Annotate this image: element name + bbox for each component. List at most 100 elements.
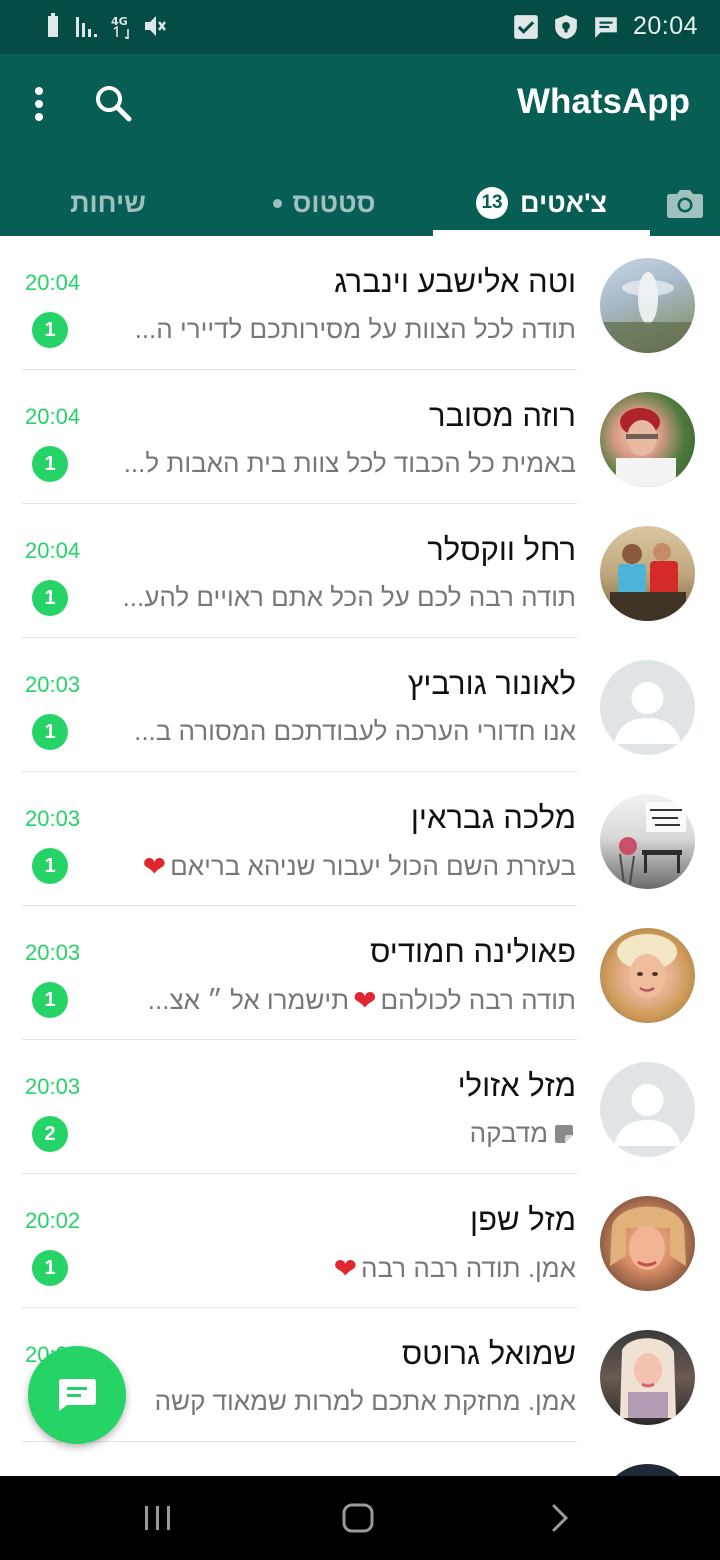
chat-time: 20:03 bbox=[25, 672, 81, 697]
chat-row[interactable]: פאולינה חמודיס תודה רבה לכולהם ❤ תישמרו א… bbox=[0, 906, 720, 1040]
default-avatar[interactable] bbox=[600, 660, 695, 755]
tab-bar: 13 צ'אטים סטטוס שיחות bbox=[0, 170, 720, 236]
chat-preview-text: תודה רבה לכם על הכל אתם ראויים להע... bbox=[122, 582, 576, 612]
chat-preview: אמן. מחזקת אתכם למרות שמאוד קשה bbox=[155, 1386, 576, 1417]
new-chat-button[interactable] bbox=[28, 1346, 126, 1444]
unread-badge: 2 bbox=[32, 1116, 68, 1152]
message-icon bbox=[595, 16, 617, 38]
new-chat-icon bbox=[59, 1379, 96, 1411]
avatar[interactable] bbox=[600, 1196, 695, 1291]
chat-preview: תודה רבה לכולהם ❤ תישמרו אל ״ אצ... bbox=[148, 984, 576, 1017]
chat-preview-text: אמן. תודה רבה רבה bbox=[361, 1253, 576, 1283]
avatar[interactable] bbox=[600, 526, 695, 621]
unread-badge: 1 bbox=[32, 848, 68, 884]
heart-emoji: ❤ bbox=[353, 985, 377, 1016]
chat-preview-text: תודה רבה לכולהם bbox=[380, 985, 576, 1015]
home-icon[interactable] bbox=[340, 1498, 376, 1538]
person-icon bbox=[614, 682, 681, 744]
chat-row[interactable]: מזל שפן אמן. תודה רבה רבה ❤ 20:02 1 bbox=[0, 1174, 720, 1308]
chat-row[interactable]: רחל ווקסלר תודה רבה לכם על הכל אתם ראויי… bbox=[0, 504, 720, 638]
chat-preview: תודה רבה לכם על הכל אתם ראויים להע... bbox=[123, 582, 576, 613]
app-title: WhatsApp bbox=[516, 82, 690, 121]
chat-preview-text: תודה לכל הצוות על מסירותכם לדיירי ה... bbox=[134, 314, 576, 344]
avatar[interactable] bbox=[600, 258, 695, 353]
chat-name: רוזה מסובר bbox=[428, 398, 576, 433]
unread-badge: 1 bbox=[32, 982, 68, 1018]
chat-preview: בעזרת השם הכול יעבור שניהא בריאם ❤ bbox=[143, 850, 576, 883]
unread-badge: 1 bbox=[32, 446, 68, 482]
more-vert-icon[interactable] bbox=[22, 84, 56, 124]
chat-time: 20:04 bbox=[25, 538, 81, 563]
tab-calls[interactable]: שיחות bbox=[0, 170, 216, 236]
chat-row[interactable]: רוזה מסובר באמית כל הכבוד לכל צוות בית ה… bbox=[0, 370, 720, 504]
battery-icon bbox=[48, 13, 58, 37]
chat-name: מזל שפן bbox=[470, 1202, 576, 1237]
chat-row[interactable]: וטה אלישבע וינברג תודה לכל הצוות על מסיר… bbox=[0, 236, 720, 370]
chat-preview: אמן. תודה רבה רבה ❤ bbox=[334, 1252, 576, 1285]
chat-preview-text-2: תישמרו אל ״ אצ... bbox=[147, 985, 350, 1015]
chat-row[interactable]: מלכה גבראין בעזרת השם הכול יעבור שניהא ב… bbox=[0, 772, 720, 906]
unread-badge: 1 bbox=[32, 580, 68, 616]
unread-badge: 1 bbox=[32, 714, 68, 750]
chat-preview: אנו חדורי הערכה לעבודתכם המסורה ב... bbox=[134, 716, 576, 747]
system-nav-bar bbox=[0, 1476, 720, 1560]
avatar[interactable] bbox=[600, 928, 695, 1023]
avatar[interactable] bbox=[600, 794, 695, 889]
avatar[interactable] bbox=[600, 392, 695, 487]
recent-apps-icon[interactable] bbox=[143, 1498, 173, 1538]
chat-time: 20:03 bbox=[25, 806, 81, 831]
chat-name: שמואל גרוטס bbox=[401, 1336, 576, 1371]
svg-text:4G: 4G bbox=[111, 15, 128, 28]
chat-preview: תודה לכל הצוות על מסירותכם לדיירי ה... bbox=[135, 314, 576, 345]
chat-preview: באמית כל הכבוד לכל צוות בית האבות ל... bbox=[124, 448, 576, 479]
chat-name: רחל ווקסלר bbox=[427, 532, 576, 567]
chat-preview: מדבקה bbox=[470, 1118, 576, 1149]
default-avatar[interactable] bbox=[600, 1062, 695, 1157]
tab-unread-badge: 13 bbox=[476, 187, 509, 219]
tab-camera[interactable] bbox=[650, 170, 720, 236]
chat-name: מזל אזולי bbox=[457, 1068, 576, 1103]
chat-row[interactable] bbox=[0, 1442, 720, 1476]
chat-name: פאולינה חמודיס bbox=[370, 934, 576, 969]
tab-calls-label: שיחות bbox=[70, 187, 146, 218]
chat-name: לאונור גורביץ bbox=[407, 666, 576, 701]
chat-preview-text: אמן. מחזקת אתכם למרות שמאוד קשה bbox=[154, 1386, 576, 1416]
status-bar: 4G 20:04 bbox=[0, 0, 720, 54]
status-right-icons: 20:04 bbox=[513, 12, 698, 41]
chat-time: 20:04 bbox=[25, 270, 81, 295]
camera-icon bbox=[667, 190, 703, 218]
chat-time: 20:02 bbox=[25, 1208, 81, 1233]
heart-emoji: ❤ bbox=[333, 1253, 358, 1284]
back-icon[interactable] bbox=[548, 1498, 572, 1538]
tab-chats[interactable]: 13 צ'אטים bbox=[433, 170, 650, 236]
chat-preview-text: באמית כל הכבוד לכל צוות בית האבות ל... bbox=[123, 448, 576, 478]
shield-icon bbox=[555, 14, 577, 39]
app-header: WhatsApp 13 צ'אטים סטטוס שיחות bbox=[0, 54, 720, 236]
avatar[interactable] bbox=[600, 1464, 695, 1476]
chat-time: 20:03 bbox=[25, 1074, 81, 1099]
chat-row[interactable]: מזל אזולי מדבקה 20:03 2 bbox=[0, 1040, 720, 1174]
avatar[interactable] bbox=[600, 1330, 695, 1425]
chat-list: וטה אלישבע וינברג תודה לכל הצוות על מסיר… bbox=[0, 236, 720, 1476]
heart-emoji: ❤ bbox=[142, 851, 167, 882]
chat-time: 20:03 bbox=[25, 940, 81, 965]
status-new-dot bbox=[273, 198, 283, 208]
chat-row[interactable]: לאונור גורביץ אנו חדורי הערכה לעבודתכם ה… bbox=[0, 638, 720, 772]
person-icon bbox=[614, 1084, 681, 1146]
unread-badge: 1 bbox=[32, 312, 68, 348]
signal-icon bbox=[76, 17, 97, 37]
search-icon[interactable] bbox=[92, 82, 134, 124]
tab-chats-label: צ'אטים bbox=[520, 187, 607, 218]
mute-icon bbox=[145, 16, 166, 36]
chat-name: מלכה גבראין bbox=[410, 800, 576, 835]
tab-status[interactable]: סטטוס bbox=[216, 170, 433, 236]
chat-preview-text: בעזרת השם הכול יעבור שניהא בריאם bbox=[170, 851, 576, 881]
4g-icon: 4G bbox=[111, 15, 129, 39]
unread-badge: 1 bbox=[32, 1250, 68, 1286]
tab-status-label: סטטוס bbox=[292, 187, 376, 218]
chat-name: וטה אלישבע וינברג bbox=[334, 264, 576, 299]
status-left-icons: 4G bbox=[40, 13, 168, 39]
status-time: 20:04 bbox=[632, 12, 698, 40]
chat-preview-text: מדבקה bbox=[469, 1118, 548, 1148]
checkbox-notification-icon bbox=[514, 14, 538, 39]
